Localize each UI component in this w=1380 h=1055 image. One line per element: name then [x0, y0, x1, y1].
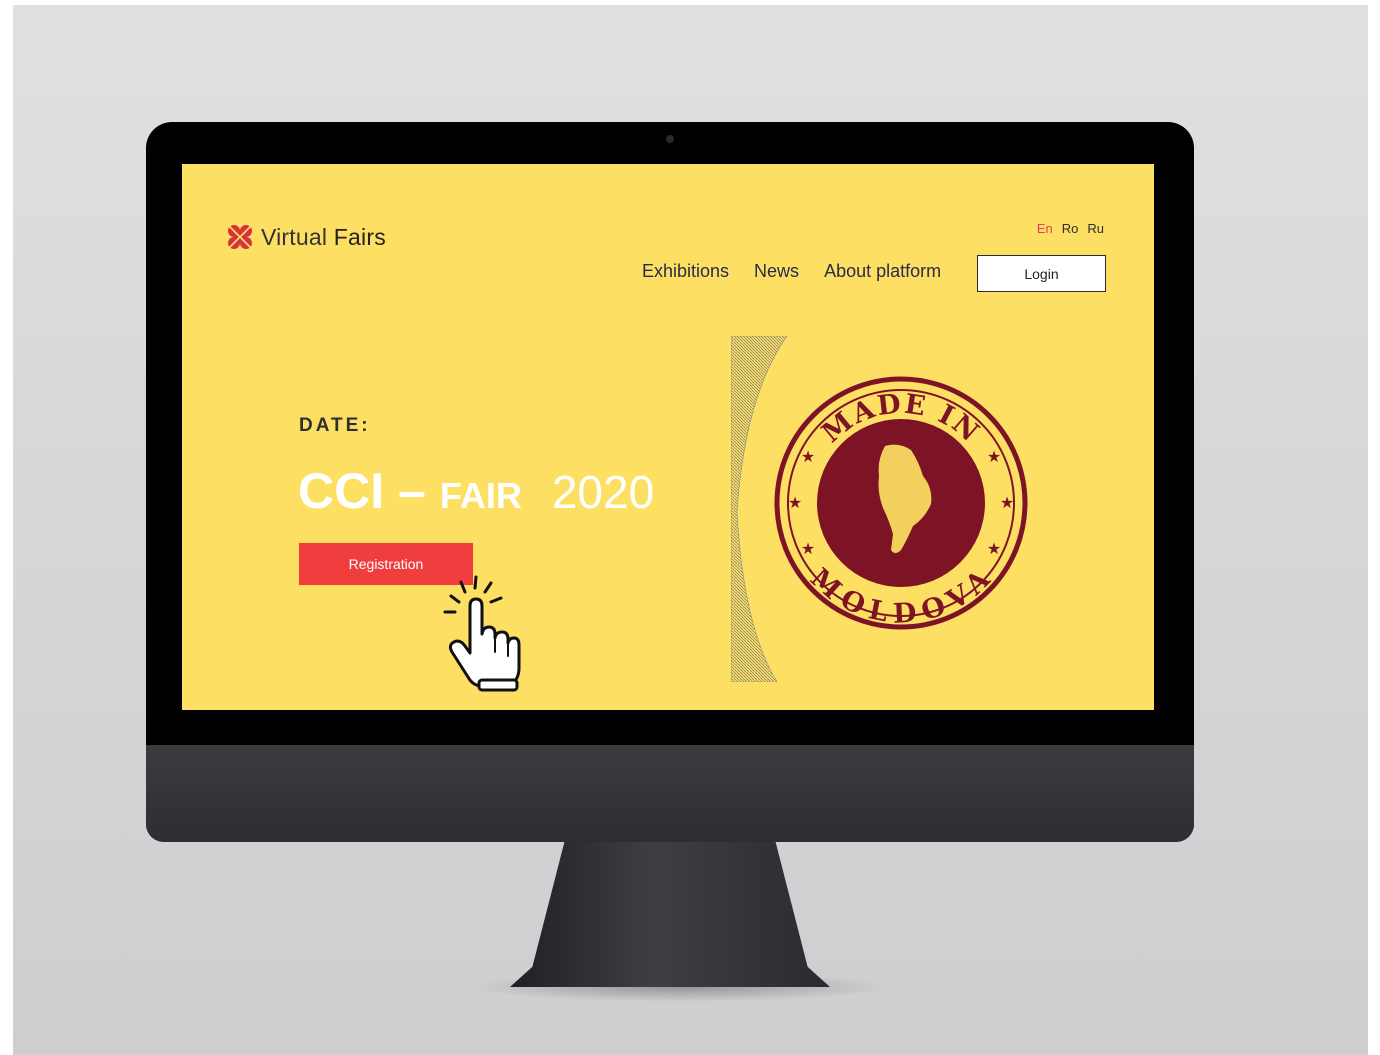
website-screen: Virtual Fairs En Ro Ru Exhibitions News …: [182, 164, 1154, 710]
hero-title-fair: FAIR: [439, 475, 522, 516]
site-logo[interactable]: Virtual Fairs: [225, 222, 386, 252]
login-button[interactable]: Login: [977, 255, 1106, 292]
date-label: DATE:: [299, 415, 371, 436]
lang-ro[interactable]: Ro: [1062, 221, 1079, 236]
virtual-fairs-logo-icon: [228, 225, 252, 249]
hero-title-year: 2020: [551, 466, 655, 518]
nav-about-platform[interactable]: About platform: [824, 261, 941, 282]
webcam: [666, 135, 674, 143]
language-switcher: En Ro Ru: [1037, 221, 1104, 236]
svg-text:★: ★: [801, 539, 815, 558]
svg-text:★: ★: [801, 447, 815, 466]
nav-news[interactable]: News: [754, 261, 799, 282]
brand-name-light: Virtual: [261, 223, 328, 250]
brand-name: Virtual Fairs: [261, 224, 386, 251]
svg-text:★: ★: [788, 493, 802, 512]
lang-ru[interactable]: Ru: [1087, 221, 1104, 236]
svg-text:★: ★: [987, 447, 1001, 466]
hero-title: CCI – FAIR 2020: [298, 462, 654, 520]
made-in-moldova-stamp: MADE IN MOLDOVA ★ ★ ★ ★ ★ ★: [774, 376, 1028, 630]
svg-text:★: ★: [987, 539, 1001, 558]
nav-exhibitions[interactable]: Exhibitions: [642, 261, 729, 282]
pointing-hand-icon: [443, 575, 521, 692]
hero-title-cci: CCI –: [298, 463, 426, 519]
svg-text:★: ★: [1000, 493, 1014, 512]
brand-name-bold: Fairs: [333, 223, 386, 250]
main-nav: Exhibitions News About platform: [642, 261, 941, 282]
lang-en[interactable]: En: [1037, 221, 1053, 236]
monitor-chin: [146, 745, 1194, 842]
